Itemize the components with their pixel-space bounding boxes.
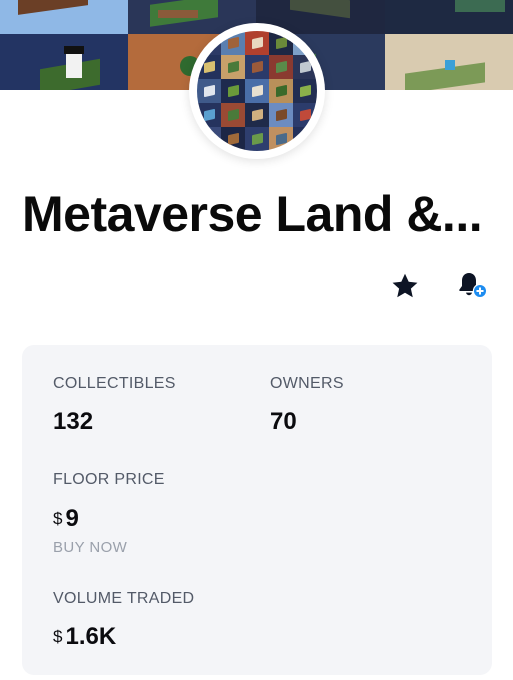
collection-title: Metaverse Land &...	[22, 186, 483, 242]
buy-now-link[interactable]: BUY NOW	[53, 539, 127, 556]
currency-symbol: $	[53, 627, 63, 646]
volume-traded-value: $1.6K	[53, 623, 116, 651]
currency-symbol: $	[53, 509, 63, 528]
floor-price-amount: 9	[65, 505, 79, 532]
avatar-image	[197, 31, 317, 151]
owners-value: 70	[270, 408, 297, 435]
collection-avatar[interactable]	[189, 23, 325, 159]
volume-traded-label: VOLUME TRADED	[53, 590, 195, 607]
banner-tile	[0, 0, 128, 34]
collectibles-label: COLLECTIBLES	[53, 375, 176, 392]
volume-traded-amount: 1.6K	[65, 623, 117, 650]
collectibles-value: 132	[53, 408, 94, 435]
notify-button[interactable]	[456, 270, 490, 302]
floor-price-label: FLOOR PRICE	[53, 471, 165, 488]
bell-plus-icon	[459, 273, 488, 299]
banner-tile	[0, 34, 128, 90]
owners-label: OWNERS	[270, 375, 344, 392]
banner-tile	[385, 0, 513, 34]
favorite-button[interactable]	[390, 271, 420, 301]
banner-tile	[385, 34, 513, 90]
star-icon	[392, 273, 418, 298]
floor-price-value: $9	[53, 505, 79, 533]
collection-stats-card: COLLECTIBLES 132 OWNERS 70 FLOOR PRICE $…	[22, 345, 492, 675]
